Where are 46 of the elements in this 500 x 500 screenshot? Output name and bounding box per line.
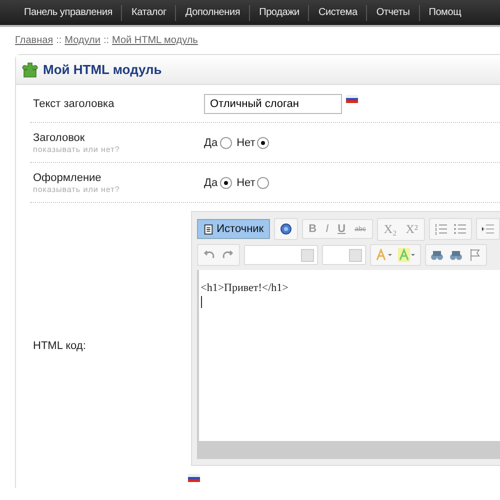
- field-hint: показывать или нет?: [33, 184, 121, 194]
- menu-item[interactable]: Продажи: [250, 7, 308, 18]
- dropdown-field[interactable]: [322, 245, 366, 265]
- radio-button[interactable]: [220, 176, 232, 188]
- radio-label: Да: [204, 136, 218, 148]
- menu-item[interactable]: Отчеты: [367, 7, 419, 18]
- flag-icon: [346, 95, 358, 103]
- numbered-list-icon[interactable]: [434, 222, 448, 236]
- code-text-area[interactable]: <h1>Привет!</h1>: [196, 270, 500, 441]
- flag-icon[interactable]: [468, 248, 482, 262]
- field-label: HTML код:: [33, 340, 87, 352]
- radio-button[interactable]: [220, 136, 232, 148]
- radio-button[interactable]: [257, 136, 270, 148]
- source-button[interactable]: Источник: [196, 219, 270, 239]
- breadcrumb-link[interactable]: Мой HTML модуль: [112, 35, 198, 46]
- radio-label: Нет: [236, 136, 256, 148]
- highlight-color-icon[interactable]: [398, 248, 416, 262]
- dropdown-field[interactable]: [244, 245, 318, 265]
- menu-item[interactable]: Дополнения: [176, 7, 250, 18]
- title-input-field[interactable]: Отличный слоган: [204, 94, 342, 114]
- radio-label: Да: [204, 176, 218, 188]
- binoculars-icon[interactable]: [448, 248, 463, 262]
- menu-item[interactable]: Система: [309, 7, 366, 18]
- document-icon: [202, 224, 214, 234]
- binoculars-icon[interactable]: [430, 248, 444, 262]
- puzzle-icon: [22, 62, 38, 78]
- flag-icon: [188, 474, 200, 482]
- menu-item[interactable]: Помощ: [420, 7, 470, 18]
- field-label: Оформление: [33, 172, 102, 184]
- text-cursor: [200, 296, 202, 308]
- breadcrumb-separator: ::: [56, 35, 62, 46]
- code-line: <h1>Привет!</h1>: [200, 282, 290, 294]
- breadcrumb-separator: ::: [103, 35, 110, 46]
- menu-item[interactable]: Панель управления: [24, 7, 122, 18]
- radio-label: Нет: [236, 176, 256, 188]
- bullet-list-icon[interactable]: [453, 222, 467, 236]
- panel-title: Мой HTML модуль: [43, 62, 162, 77]
- field-label: Заголовок: [33, 132, 86, 144]
- radio-button[interactable]: [257, 176, 270, 188]
- field-label: Текст заголовка: [33, 98, 116, 110]
- text-color-icon[interactable]: [374, 248, 393, 262]
- menu-item[interactable]: Каталог: [122, 7, 176, 18]
- field-hint: показывать или нет?: [33, 144, 121, 154]
- indent-icon[interactable]: [481, 222, 495, 236]
- breadcrumb-link[interactable]: Модули: [64, 35, 100, 46]
- breadcrumb-link[interactable]: Главная: [15, 35, 54, 46]
